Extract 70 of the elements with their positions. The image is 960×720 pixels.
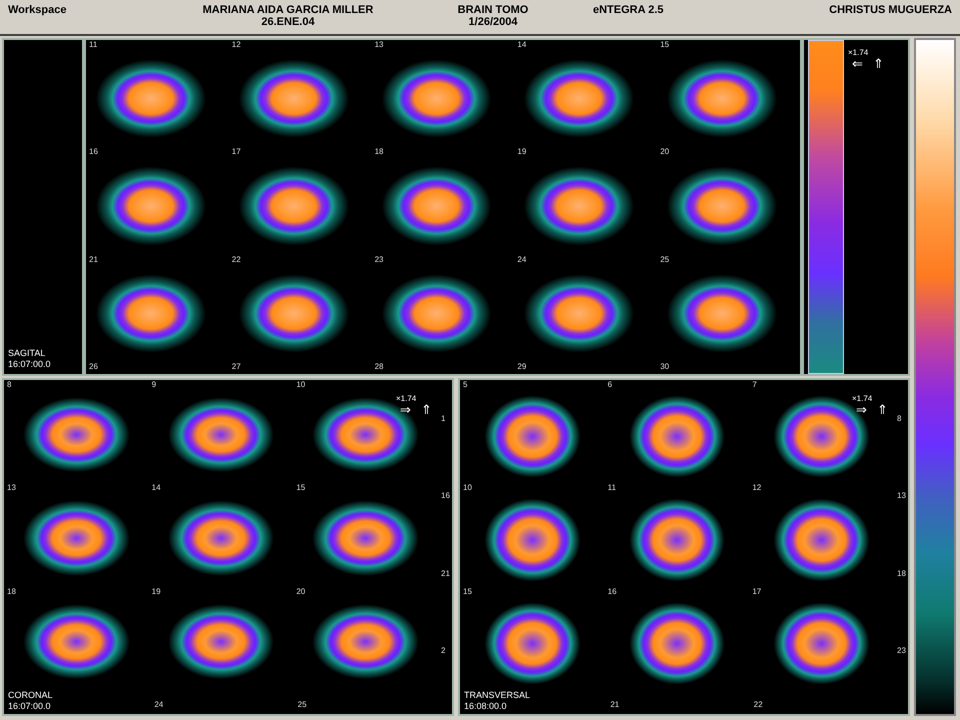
slice-number: 9: [150, 380, 158, 390]
slice-number: 13: [6, 483, 17, 494]
slice-number: 18: [6, 586, 17, 597]
slice-number: 25: [296, 700, 308, 711]
slice-number: 20: [659, 147, 670, 158]
institution-name: CHRISTUS MUGUERZA: [829, 4, 952, 16]
slice-number: 6: [606, 380, 614, 390]
zoom-factor: ×1.74: [396, 394, 418, 403]
slice-number: 19: [150, 586, 162, 597]
acquisition-time: 16:07:00.0: [8, 359, 52, 370]
slice-number: 15: [295, 483, 306, 494]
slice-number: 11: [88, 40, 98, 50]
slice-number: 13: [896, 491, 907, 502]
slice-number: 17: [230, 147, 242, 158]
study-name: BRAIN TOMO: [458, 4, 528, 16]
slice-number: 26: [88, 362, 99, 373]
slice-number: 22: [752, 700, 764, 711]
slice-number: 8: [896, 414, 902, 424]
orientation-arrow[interactable]: ⇑: [421, 403, 432, 417]
slice-number: 18: [374, 147, 384, 158]
slice-number: 16: [440, 491, 451, 502]
view-label: SAGITAL: [8, 348, 46, 359]
slice-number: 13: [374, 40, 384, 50]
slice-number: 10: [295, 380, 306, 390]
acquisition-time: 16:08:00.0: [464, 701, 508, 712]
slice-number: 20: [295, 586, 306, 597]
zoom-factor: ×1.74: [852, 394, 874, 403]
slice-number: 16: [88, 147, 99, 158]
slice-number: 10: [462, 483, 473, 494]
orientation-arrow[interactable]: ⇑: [877, 403, 888, 417]
slice-number: 8: [6, 380, 12, 390]
slice-number: 12: [751, 483, 762, 494]
slice-number: 14: [516, 40, 528, 50]
slice-number: 27: [230, 362, 242, 373]
workspace-title: Workspace: [8, 4, 68, 16]
slice-number: 24: [153, 700, 164, 711]
slice-number: 25: [659, 254, 670, 265]
orientation-arrow[interactable]: ⇑: [873, 57, 884, 71]
slice-number: 1: [440, 414, 446, 424]
slice-number: 30: [659, 362, 670, 373]
slice-number: 29: [516, 362, 528, 373]
slice-number: 18: [896, 568, 907, 579]
slice-number: 17: [751, 586, 762, 597]
slice-number: 15: [462, 586, 473, 597]
study-date: 1/26/2004: [468, 16, 518, 28]
slice-number: 2: [440, 646, 446, 656]
slice-number: 7: [751, 380, 758, 390]
acquisition-time: 16:07:00.0: [8, 701, 52, 712]
slice-number: 24: [516, 254, 528, 265]
slice-number: 21: [88, 254, 99, 265]
patient-name: MARIANA AIDA GARCIA MILLER: [202, 4, 374, 16]
slice-number: 11: [606, 483, 617, 494]
slice-number: 14: [150, 483, 162, 494]
slice-number: 5: [462, 380, 468, 390]
zoom-factor: ×1.74: [848, 48, 870, 57]
slice-number: 21: [440, 568, 451, 579]
slice-number: 19: [516, 147, 528, 158]
software-version: eNTEGRA 2.5: [593, 4, 664, 16]
slice-number: 12: [230, 40, 242, 50]
orientation-arrow[interactable]: ⇐: [852, 57, 863, 71]
slice-number: 28: [374, 362, 384, 373]
orientation-arrow[interactable]: ⇒: [400, 403, 411, 417]
slice-number: 21: [609, 700, 620, 711]
slice-number: 23: [896, 646, 907, 656]
slice-number: 23: [374, 254, 384, 265]
patient-date: 26.ENE.04: [261, 16, 315, 28]
orientation-arrow[interactable]: ⇒: [856, 403, 867, 417]
slice-number: 16: [606, 586, 618, 597]
slice-number: 15: [659, 40, 670, 50]
slice-number: 22: [230, 254, 242, 265]
